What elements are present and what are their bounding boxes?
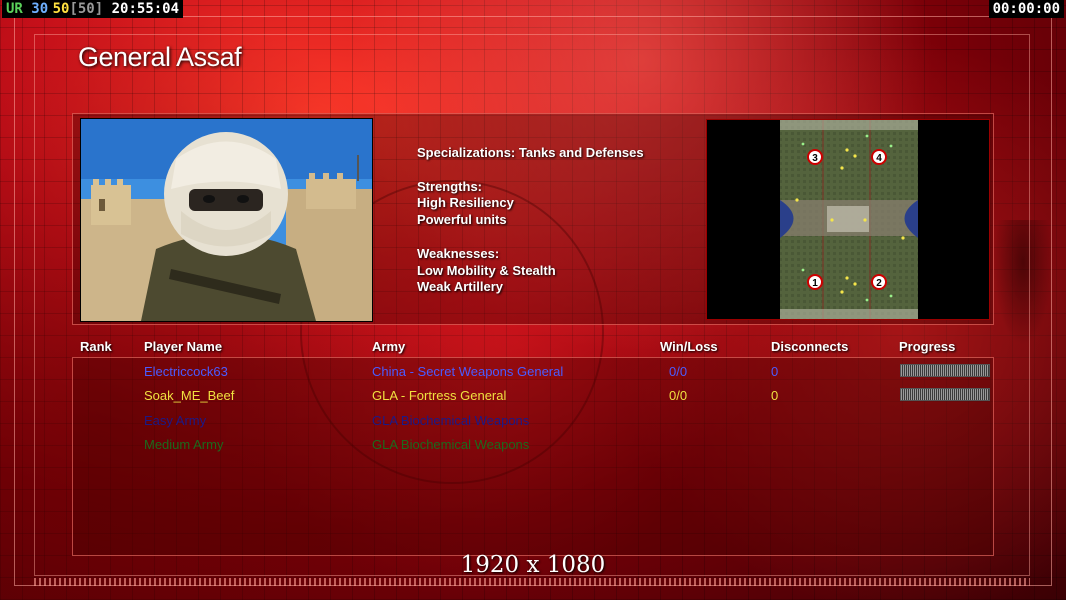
hud-ur: UR <box>6 1 23 17</box>
weakness-item: Weak Artillery <box>417 279 503 295</box>
player-name: Easy Army <box>144 413 207 428</box>
start-position-3: 3 <box>812 153 818 164</box>
player-name: Medium Army <box>144 437 224 452</box>
start-position-1: 1 <box>812 278 818 289</box>
hud-clock: 20:55:04 <box>111 1 180 17</box>
player-list-panel <box>72 357 994 556</box>
bottom-decor-band <box>34 578 1030 586</box>
player-name: Soak_ME_Beef <box>144 388 235 403</box>
portrait-image <box>81 119 372 321</box>
specializations-text: Specializations: Tanks and Defenses <box>417 145 644 160</box>
start-position-4: 4 <box>876 153 882 164</box>
hud-stats: UR 30 50[50] 20:55:04 <box>2 0 184 18</box>
map-preview: 3 4 1 2 <box>706 119 990 320</box>
win-loss: 0/0 <box>669 388 688 403</box>
map-image: 3 4 1 2 <box>780 120 918 319</box>
hud-num3: [50] <box>69 1 104 17</box>
start-position-2: 2 <box>876 278 882 289</box>
column-header-disconnects: Disconnects <box>771 339 849 354</box>
strengths-heading: Strengths: <box>417 178 482 194</box>
general-portrait <box>80 118 373 322</box>
disconnects: 0 <box>771 364 779 379</box>
column-header-rank: Rank <box>80 339 112 354</box>
column-header-progress: Progress <box>899 339 956 354</box>
general-name: General Assaf <box>78 42 242 72</box>
weakness-item: Low Mobility & Stealth <box>417 262 556 278</box>
win-loss: 0/0 <box>669 364 688 379</box>
strength-item: Powerful units <box>417 212 507 228</box>
army-name: GLA Biochemical Weapons <box>372 437 530 452</box>
player-name: Electriccock63 <box>144 364 228 379</box>
column-header-player: Player Name <box>144 339 223 354</box>
progress-bar <box>900 364 990 377</box>
hud-num2: 50 <box>52 1 70 17</box>
general-description: Specializations: Tanks and Defenses Stre… <box>417 145 644 296</box>
hud-num1: 30 <box>31 1 49 17</box>
strength-item: High Resiliency <box>417 195 514 211</box>
weaknesses-heading: Weaknesses: <box>417 245 500 261</box>
progress-bar <box>900 388 990 401</box>
army-name: GLA Biochemical Weapons <box>372 413 530 428</box>
army-name: China - Secret Weapons General <box>372 364 564 379</box>
column-header-winloss: Win/Loss <box>660 339 718 354</box>
resolution-label: 1920 x 1080 <box>460 552 606 578</box>
column-header-army: Army <box>372 339 406 354</box>
army-name: GLA - Fortress General <box>372 388 507 403</box>
disconnects: 0 <box>771 388 779 403</box>
hud-timer: 00:00:00 <box>988 0 1064 18</box>
